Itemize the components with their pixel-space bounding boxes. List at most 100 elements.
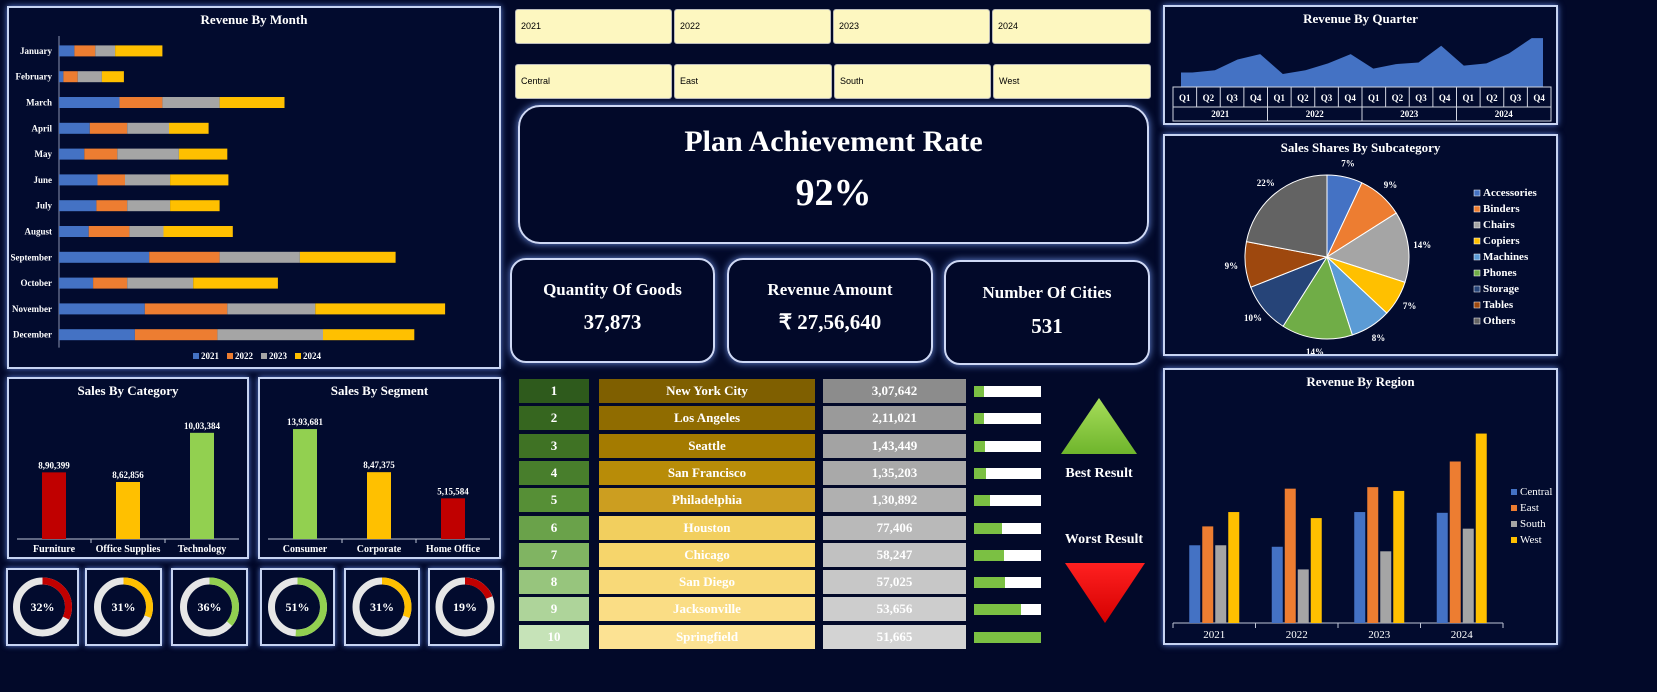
month-bar-august-2024 bbox=[163, 226, 233, 237]
revenue-by-month-chart: January February March April May June July Augu… bbox=[11, 36, 446, 361]
month-bar-june-2023 bbox=[125, 174, 171, 186]
month-bar-october-2022 bbox=[93, 277, 128, 289]
ranking-progress-fill bbox=[974, 631, 1041, 643]
pie-legend-label-machines: Machines bbox=[1483, 251, 1529, 263]
month-bar-november-2022 bbox=[144, 303, 228, 315]
month-bar-november-2023 bbox=[227, 303, 316, 315]
month-bar-june-2022 bbox=[97, 174, 125, 186]
pie-data-label-chairs: 14% bbox=[1413, 240, 1431, 250]
kpi-cities-card: Number Of Cities 531 bbox=[944, 260, 1150, 365]
month-bar-september-2023 bbox=[219, 251, 300, 263]
month-legend-swatch-2023 bbox=[261, 353, 267, 359]
pie-legend-swatch-accessories bbox=[1473, 189, 1481, 197]
donut-value-label: 19% bbox=[453, 600, 477, 614]
month-label-december: December bbox=[13, 330, 52, 340]
region-year-label-2022: 2022 bbox=[1286, 629, 1308, 641]
donut-gauge-6: 19% bbox=[428, 568, 502, 646]
slicer-year-2022[interactable]: 2022 bbox=[674, 9, 831, 44]
month-bar-january-2023 bbox=[95, 45, 116, 57]
slicer-region-west[interactable]: West bbox=[993, 64, 1151, 99]
ranking-city: Philadelphia bbox=[599, 488, 815, 513]
ranking-revenue: 58,247 bbox=[823, 542, 966, 567]
ranking-rank: 4 bbox=[519, 460, 589, 485]
category-data-label-office-supplies: 8,62,856 bbox=[112, 470, 144, 480]
kpi-revenue-card: Revenue Amount ₹ 27,56,640 bbox=[727, 258, 933, 363]
pie-legend-swatch-machines bbox=[1473, 253, 1481, 261]
ranking-rank: 8 bbox=[519, 570, 589, 595]
quarter-label: Q2 bbox=[1297, 93, 1309, 103]
pie-data-label-storage: 10% bbox=[1244, 313, 1262, 323]
pie-legend-swatch-phones bbox=[1473, 269, 1481, 277]
subcategory-share-panel: Sales Shares By Subcategory 7% 9% 14% 7% 8% 1… bbox=[1163, 134, 1558, 356]
pie-legend-label-storage: Storage bbox=[1483, 283, 1519, 295]
month-bar-september-2022 bbox=[149, 251, 220, 263]
donut-chart: 32% bbox=[13, 577, 72, 637]
slicer-year-2024[interactable]: 2024 bbox=[992, 9, 1151, 44]
month-label-april: April bbox=[31, 123, 52, 133]
ranking-rank: 5 bbox=[519, 488, 589, 513]
quarter-year-label-2023: 2023 bbox=[1400, 109, 1419, 119]
pie-data-label-phones: 14% bbox=[1306, 347, 1324, 354]
region-bar-2022-west bbox=[1310, 518, 1322, 623]
ranking-progress-fill bbox=[974, 467, 987, 479]
category-bar-office-supplies bbox=[116, 482, 140, 539]
region-bar-2021-central bbox=[1189, 545, 1201, 623]
plan-achievement-value: 92% bbox=[795, 172, 872, 214]
quarter-year-label-2022: 2022 bbox=[1306, 109, 1325, 119]
quarter-label: Q3 bbox=[1226, 93, 1238, 103]
month-bar-september-2021 bbox=[59, 251, 150, 263]
ranking-rank: 6 bbox=[519, 515, 589, 540]
segment-data-label-consumer: 13,93,681 bbox=[287, 417, 324, 427]
segment-category-label-consumer: Consumer bbox=[283, 544, 328, 555]
month-bar-july-2023 bbox=[127, 200, 171, 212]
slicer-region-east[interactable]: East bbox=[674, 64, 832, 99]
month-label-may: May bbox=[35, 149, 53, 159]
kpi-quantity-card: Quantity Of Goods 37,873 bbox=[510, 258, 715, 363]
ranking-progress-bar bbox=[974, 522, 1041, 534]
month-bar-august-2022 bbox=[88, 226, 130, 237]
quarter-label: Q2 bbox=[1203, 93, 1215, 103]
month-bar-may-2022 bbox=[84, 148, 118, 160]
quarter-label: Q1 bbox=[1368, 93, 1380, 103]
donut-value-label: 51% bbox=[286, 600, 310, 614]
month-bar-july-2024 bbox=[170, 200, 220, 212]
sales-by-category-panel: Sales By Category 8,90,399 Furniture 8,62,… bbox=[7, 377, 249, 559]
ranking-revenue: 57,025 bbox=[823, 570, 966, 595]
region-legend-swatch-central bbox=[1511, 489, 1517, 495]
donut-gauge-3: 36% bbox=[171, 568, 248, 646]
month-bar-june-2021 bbox=[59, 174, 98, 186]
month-bar-april-2023 bbox=[127, 122, 169, 134]
ranking-city: Houston bbox=[599, 515, 815, 540]
month-legend-label-2024: 2024 bbox=[303, 351, 322, 361]
month-legend-swatch-2024 bbox=[295, 353, 301, 359]
pie-legend-label-accessories: Accessories bbox=[1483, 187, 1537, 199]
month-bar-february-2024 bbox=[101, 71, 124, 83]
slicer-year-2021[interactable]: 2021 bbox=[515, 9, 672, 44]
revenue-by-quarter-panel: Revenue By Quarter Q1 Q2 Q3 Q4 Q1 Q2 Q3 Q4 Q1 Q2 Q… bbox=[1163, 5, 1558, 125]
donut-gauge-5: 31% bbox=[344, 568, 420, 646]
quarter-label: Q4 bbox=[1344, 93, 1356, 103]
ranking-rank: 1 bbox=[519, 379, 589, 403]
segment-category-label-corporate: Corporate bbox=[357, 544, 402, 555]
ranking-progress-bar bbox=[974, 440, 1041, 452]
month-bar-march-2024 bbox=[219, 97, 285, 108]
ranking-city: Jacksonville bbox=[599, 597, 815, 622]
region-legend-swatch-south bbox=[1511, 521, 1517, 527]
kpi-quantity-value: 37,873 bbox=[583, 310, 642, 334]
region-bar-2021-south bbox=[1215, 545, 1227, 623]
ranking-rank: 7 bbox=[519, 542, 589, 567]
ranking-rank: 3 bbox=[519, 433, 589, 458]
month-label-january: January bbox=[20, 46, 53, 56]
ranking-revenue: 1,43,449 bbox=[823, 433, 966, 458]
slicer-region-south[interactable]: South bbox=[834, 64, 991, 99]
region-legend-swatch-east bbox=[1511, 505, 1517, 511]
slicer-region-central[interactable]: Central bbox=[515, 64, 672, 99]
region-bar-2023-central bbox=[1354, 512, 1366, 623]
donut-value-label: 36% bbox=[198, 600, 222, 614]
segment-bar-corporate bbox=[367, 472, 391, 539]
donut-chart: 31% bbox=[94, 577, 153, 637]
slicer-year-2023[interactable]: 2023 bbox=[833, 9, 990, 44]
donut-chart: 51% bbox=[268, 577, 327, 637]
month-bar-february-2021 bbox=[59, 71, 64, 83]
region-year-label-2021: 2021 bbox=[1203, 629, 1225, 641]
